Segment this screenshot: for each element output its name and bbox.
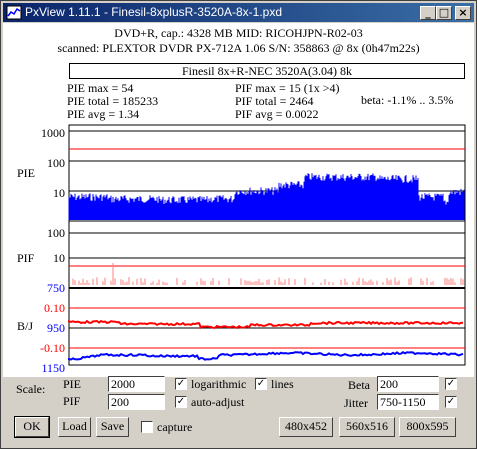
pie-scale-label: PIE <box>63 377 81 391</box>
size-480x452-button[interactable]: 480x452 <box>279 417 333 437</box>
beta-checkbox[interactable]: ✓ <box>445 378 457 390</box>
control-panel: Scale: PIE 2000 PIF 200 ✓ logarithmic ✓ … <box>3 376 474 446</box>
check-icon: ✓ <box>256 378 266 389</box>
title-bar[interactable]: PxView 1.11.1 - Finesil-8xplusR-3520A-8x… <box>3 3 474 22</box>
pif-scale-input[interactable]: 200 <box>108 394 165 410</box>
logarithmic-checkbox[interactable]: ✓ <box>175 378 187 390</box>
pie-scale-input[interactable]: 2000 <box>108 376 165 392</box>
check-icon: ✓ <box>176 396 186 407</box>
minimize-icon: _ <box>425 6 431 19</box>
maximize-icon: □ <box>438 6 450 19</box>
maximize-button[interactable]: □ <box>436 6 452 20</box>
ok-button[interactable]: OK <box>14 416 50 438</box>
graph-area: DVD+R, cap.: 4328 MB MID: RICOHJPN-R02-0… <box>3 23 474 446</box>
auto-adjust-checkbox[interactable]: ✓ <box>175 396 187 408</box>
beta-tick-plus: 0.10 <box>44 301 65 315</box>
lines-checkbox[interactable]: ✓ <box>255 378 267 390</box>
load-button[interactable]: Load <box>58 417 91 437</box>
lines-label: lines <box>271 377 294 391</box>
jitter-scale-label: Jitter <box>344 396 368 410</box>
logarithmic-label: logarithmic <box>191 377 247 391</box>
auto-adjust-label: auto-adjust <box>191 395 245 409</box>
scan-graph <box>68 124 466 366</box>
jitter-checkbox[interactable]: ✓ <box>445 396 457 408</box>
beta-scale-label: Beta <box>348 378 370 392</box>
jitter-tick-1150: 1150 <box>41 361 65 375</box>
close-button[interactable]: × <box>455 6 471 20</box>
check-icon: ✓ <box>176 378 186 389</box>
capture-checkbox[interactable] <box>141 421 153 433</box>
beta-tick-minus: -0.10 <box>40 341 65 355</box>
check-icon: ✓ <box>446 378 456 389</box>
pie-tick-100: 100 <box>47 156 65 170</box>
check-icon: ✓ <box>446 396 456 407</box>
jitter-tick-750: 750 <box>47 281 65 295</box>
jitter-tick-950: 950 <box>47 321 65 335</box>
app-icon <box>6 5 22 20</box>
scale-label: Scale: <box>16 382 46 396</box>
pif-tick-100: 100 <box>47 226 65 240</box>
pie-tick-1000: 1000 <box>41 126 65 140</box>
pie-tick-10: 10 <box>53 186 65 200</box>
size-560x516-button[interactable]: 560x516 <box>339 417 395 437</box>
beta-scale-input[interactable]: 200 <box>377 376 439 392</box>
minimize-button[interactable]: _ <box>420 6 436 20</box>
pif-scale-label: PIF <box>63 394 81 408</box>
pif-tick-10: 10 <box>53 251 65 265</box>
close-icon: × <box>458 6 468 19</box>
size-800x595-button[interactable]: 800x595 <box>399 417 456 437</box>
save-button[interactable]: Save <box>96 417 129 437</box>
capture-label: capture <box>157 420 193 434</box>
pxview-window: PxView 1.11.1 - Finesil-8xplusR-3520A-8x… <box>0 0 477 449</box>
jitter-scale-input[interactable]: 750-1150 <box>377 394 439 410</box>
window-title: PxView 1.11.1 - Finesil-8xplusR-3520A-8x… <box>25 5 283 19</box>
